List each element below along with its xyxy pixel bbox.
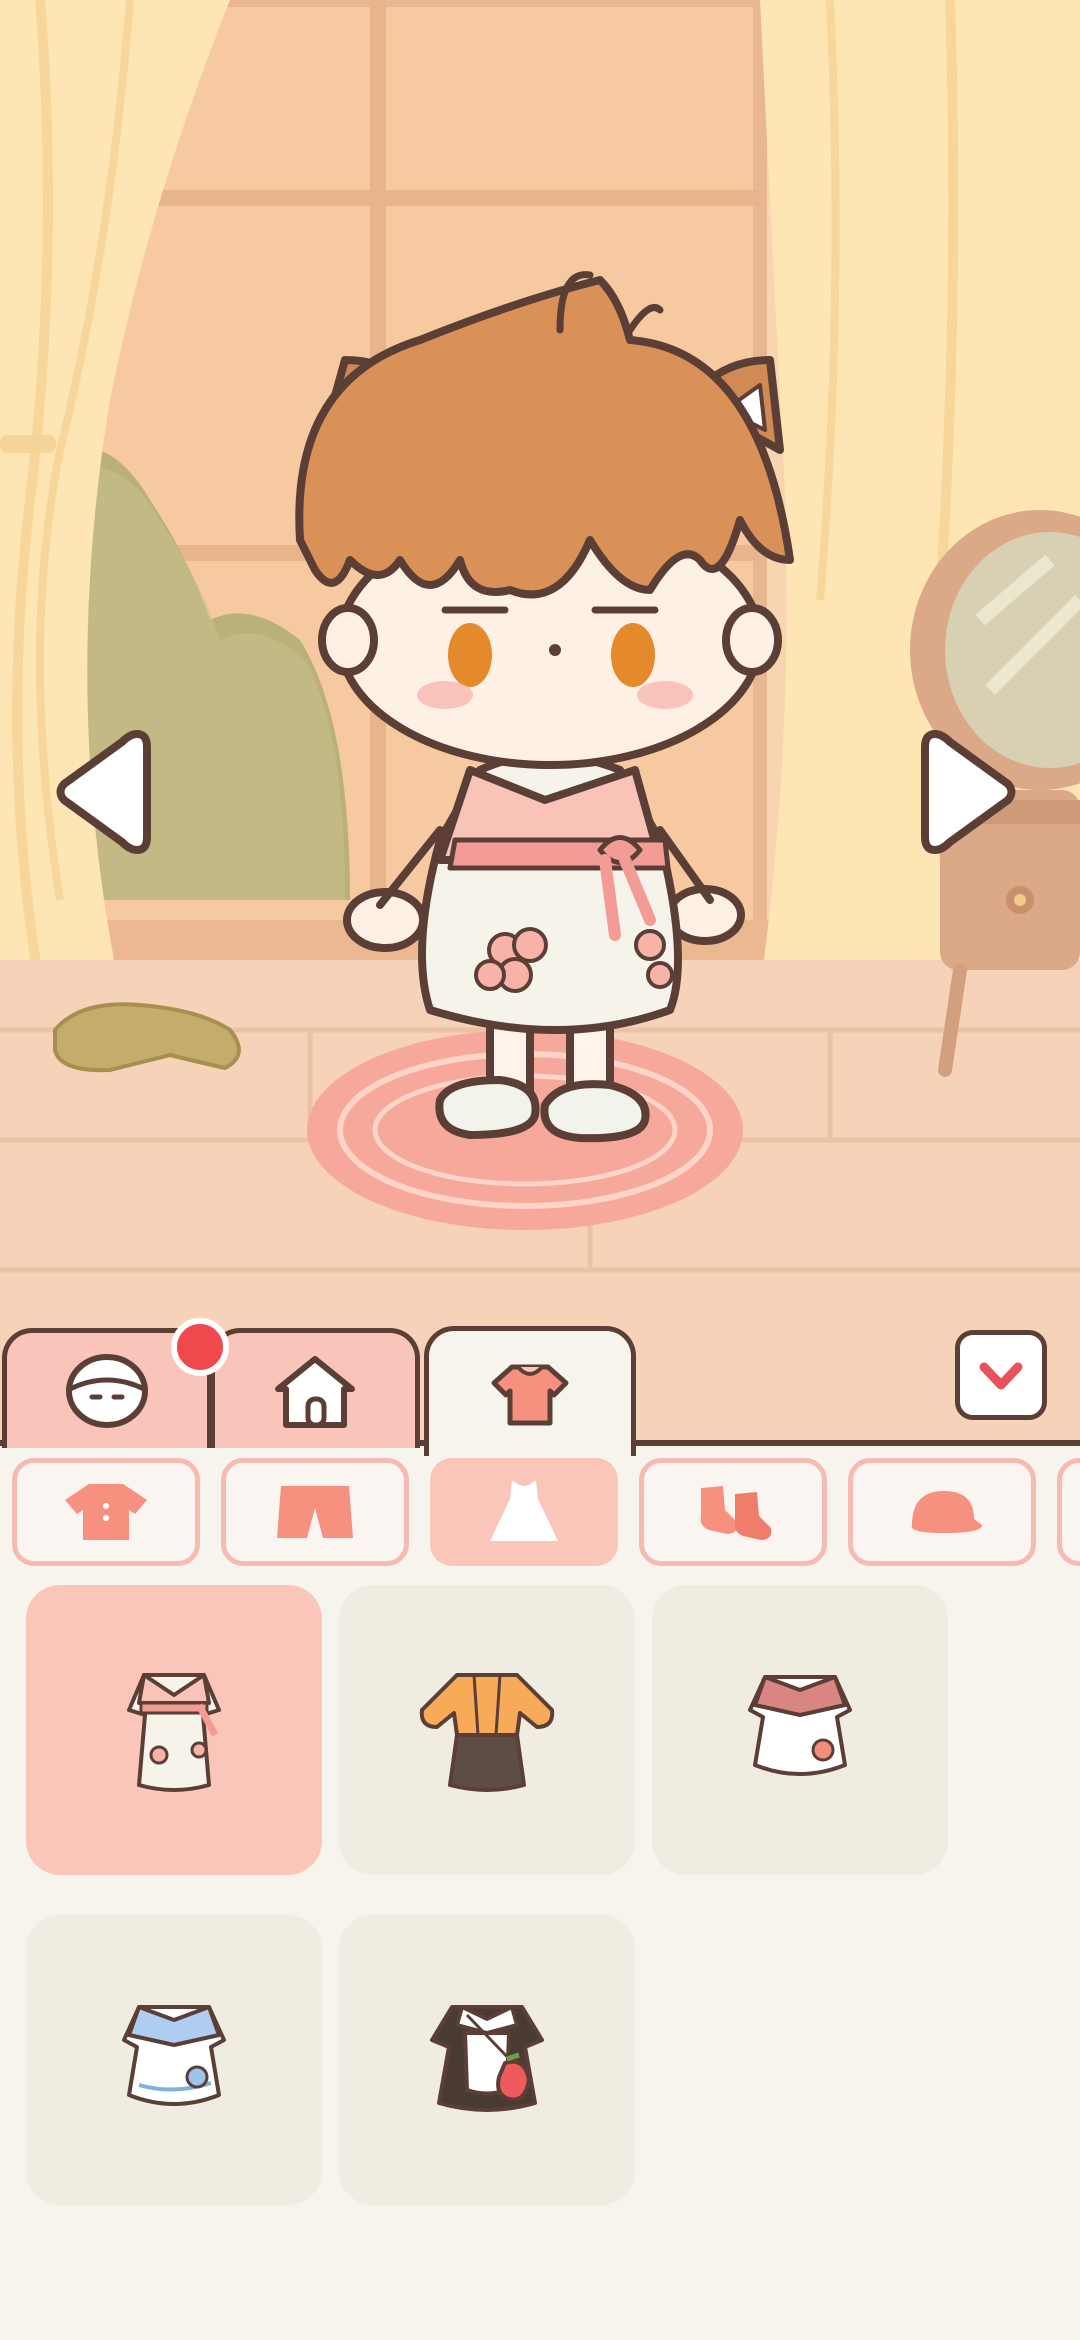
- hat-icon: [911, 1491, 982, 1533]
- arrow-right-icon[interactable]: [920, 722, 1020, 862]
- room-scene: [0, 0, 1080, 1440]
- category-tops[interactable]: [12, 1458, 200, 1566]
- category-row: [0, 1456, 1080, 1572]
- tab-home[interactable]: [210, 1328, 420, 1448]
- chevron-down-icon: [979, 1362, 1023, 1390]
- arrow-left-icon[interactable]: [52, 722, 152, 862]
- tshirt-icon: [65, 1484, 147, 1540]
- face-icon: [66, 1353, 148, 1428]
- item-blue-collar-dress[interactable]: [26, 1915, 322, 2205]
- item-red-collar-flower-dress[interactable]: [652, 1585, 948, 1875]
- notification-dot: [171, 1318, 229, 1376]
- category-bottoms[interactable]: [221, 1458, 409, 1566]
- item-maid-dress-strawberry-bag[interactable]: [339, 1915, 635, 2205]
- category-dresses[interactable]: [430, 1458, 618, 1566]
- category-more[interactable]: [1057, 1458, 1080, 1566]
- shorts-icon: [277, 1486, 353, 1538]
- tab-clothes[interactable]: [424, 1326, 636, 1456]
- dress-icon: [490, 1481, 558, 1541]
- house-icon: [275, 1355, 355, 1428]
- category-socks[interactable]: [639, 1458, 827, 1566]
- item-orange-top-dark-skirt[interactable]: [339, 1585, 635, 1875]
- collapse-button[interactable]: [955, 1330, 1047, 1420]
- category-hats[interactable]: [848, 1458, 1036, 1566]
- socks-icon: [700, 1486, 772, 1540]
- item-hanbok-dress[interactable]: [26, 1585, 322, 1875]
- shirt-icon: [491, 1364, 569, 1425]
- active-tab-gap: [429, 1438, 631, 1448]
